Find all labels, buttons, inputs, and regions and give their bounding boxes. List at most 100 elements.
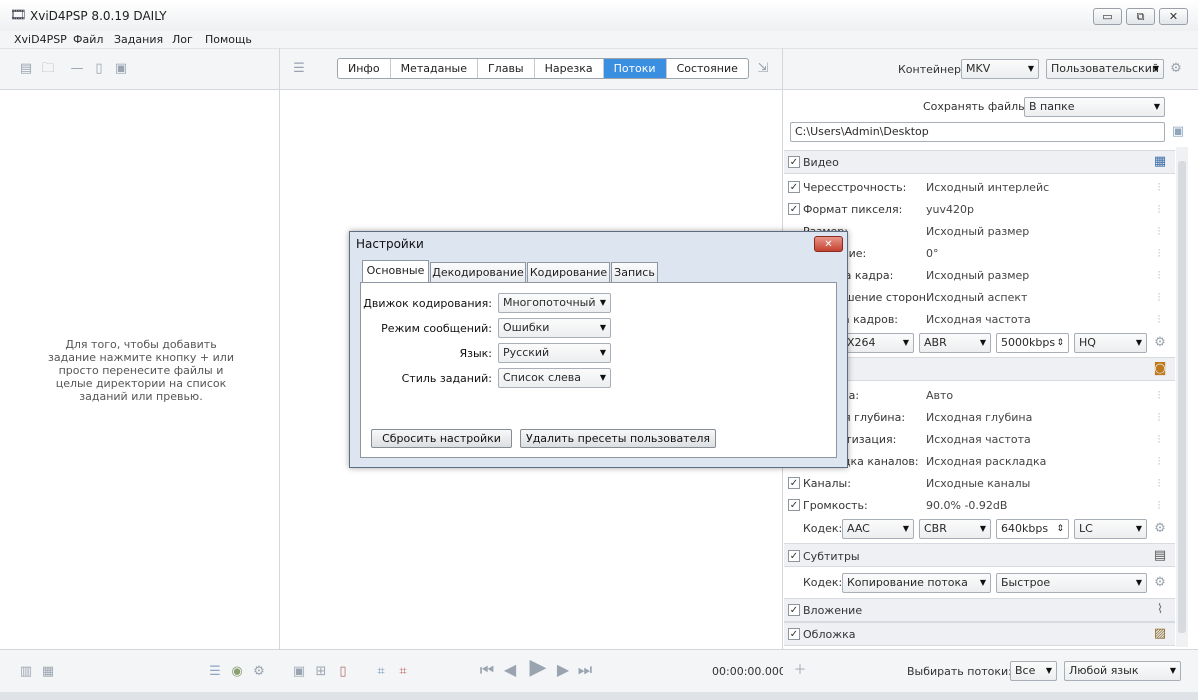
book-icon[interactable]: ▯ — [335, 664, 351, 680]
video-codec-select[interactable]: X264 ▼ — [842, 333, 914, 353]
adjust-icon[interactable]: ⫶ — [1153, 412, 1165, 424]
stream-tabs: Инфо Метаданые Главы Нарезка Потоки Сост… — [337, 58, 749, 79]
subtitles-speed-select[interactable]: Быстрое ▼ — [996, 573, 1147, 593]
list-icon[interactable]: ☰ — [291, 61, 307, 77]
adjust-icon[interactable]: ⫶ — [1153, 456, 1165, 468]
preset-select[interactable]: Пользовательский ▼ — [1046, 59, 1164, 79]
subtitles-checkbox[interactable]: ✓ — [788, 550, 800, 562]
skip-forward-icon[interactable]: ⏭ — [577, 662, 593, 678]
delete-presets-button[interactable]: Удалить пресеты пользователя — [520, 429, 716, 448]
container-select[interactable]: MKV ▼ — [961, 59, 1039, 79]
attachments-checkbox[interactable]: ✓ — [788, 604, 800, 616]
audio-mode-select[interactable]: CBR ▼ — [919, 519, 991, 539]
reset-settings-button[interactable]: Сбросить настройки — [371, 429, 512, 448]
dialog-tab-recording[interactable]: Запись — [611, 262, 658, 283]
dialog-close-button[interactable]: ✕ — [814, 236, 843, 252]
audio-settings-gear-icon[interactable]: ⚙ — [1152, 521, 1168, 537]
eye-icon[interactable]: ◉ — [229, 664, 245, 680]
video-settings-gear-icon[interactable]: ⚙ — [1152, 335, 1168, 351]
messages-select[interactable]: Ошибки ▼ — [498, 318, 611, 338]
play-icon[interactable]: ▶ — [527, 657, 549, 679]
tab-info[interactable]: Инфо — [338, 59, 391, 78]
tab-trim[interactable]: Нарезка — [535, 59, 604, 78]
tasks-style-select[interactable]: Список слева ▼ — [498, 368, 611, 388]
menu-log[interactable]: Лог — [172, 33, 193, 46]
video-mode-select[interactable]: ABR ▼ — [919, 333, 991, 353]
log-list-icon[interactable]: ☰ — [207, 664, 223, 680]
video-profile-select[interactable]: HQ ▼ — [1074, 333, 1147, 353]
step-forward-icon[interactable]: ▶ — [555, 662, 571, 678]
save-path-icon[interactable]: ▣ — [1170, 124, 1186, 140]
save-icon[interactable]: ▣ — [113, 61, 129, 77]
menu-xvid4psp[interactable]: XviD4PSP — [14, 33, 67, 46]
adjust-icon[interactable]: ⫶ — [1153, 434, 1165, 446]
menu-help[interactable]: Помощь — [205, 33, 252, 46]
settings-gear-icon[interactable]: ⚙ — [251, 664, 267, 680]
ui-language-select[interactable]: Русский ▼ — [498, 343, 611, 363]
film-icon[interactable]: ▤ — [18, 61, 34, 77]
adjust-icon[interactable]: ⫶ — [1153, 270, 1165, 282]
tab-streams[interactable]: Потоки — [603, 59, 667, 78]
dialog-tab-encoding[interactable]: Кодирование — [527, 262, 610, 283]
export-icon[interactable]: ⇲ — [755, 61, 771, 77]
channels-checkbox[interactable]: ✓ — [788, 477, 800, 489]
cover-checkbox[interactable]: ✓ — [788, 628, 800, 640]
batch-icon[interactable]: ▦ — [40, 664, 56, 680]
adjust-icon[interactable]: ⫶ — [1153, 314, 1165, 326]
gear-icon[interactable]: ⚙ — [1168, 61, 1184, 77]
volume-checkbox[interactable]: ✓ — [788, 499, 800, 511]
adjust-icon[interactable]: ⫶ — [1153, 182, 1165, 194]
adjust-icon[interactable]: ⫶ — [1153, 248, 1165, 260]
pixel-format-checkbox[interactable]: ✓ — [788, 203, 800, 215]
engine-select[interactable]: Многопоточный ▼ — [498, 293, 611, 313]
menu-file[interactable]: Файл — [73, 33, 103, 46]
tab-status[interactable]: Состояние — [667, 59, 748, 78]
dialog-tab-decoding[interactable]: Декодирование — [430, 262, 526, 283]
language-select[interactable]: Любой язык ▼ — [1064, 661, 1181, 681]
marker-b-icon[interactable]: ⌗ — [395, 664, 411, 680]
scrollbar-thumb[interactable] — [1178, 161, 1186, 633]
interlace-checkbox[interactable]: ✓ — [788, 181, 800, 193]
close-window-button[interactable]: ✕ — [1159, 8, 1188, 25]
queue-icon[interactable]: ▥ — [18, 664, 34, 680]
trash-icon[interactable]: ▯ — [91, 61, 107, 77]
skip-back-icon[interactable]: ⏮ — [479, 662, 495, 678]
adjust-icon[interactable]: ⫶ — [1153, 226, 1165, 238]
folder-open-icon[interactable]: 🗀 — [40, 61, 56, 77]
minus-icon[interactable]: — — [69, 61, 85, 77]
minimize-button[interactable]: ▭ — [1093, 8, 1122, 25]
video-bitrate-stepper[interactable]: 5000kbps ⇕ — [996, 333, 1069, 353]
right-panel-scrollbar[interactable] — [1176, 147, 1188, 647]
video-section-header: ✓ Видео ▦ — [784, 150, 1175, 174]
tab-chapters[interactable]: Главы — [478, 59, 535, 78]
restore-button[interactable]: ⧉ — [1126, 8, 1155, 25]
subtitles-settings-gear-icon[interactable]: ⚙ — [1152, 575, 1168, 591]
samplerate-value: Исходная частота — [926, 433, 1031, 446]
tab-metadata[interactable]: Метаданые — [391, 59, 478, 78]
adjust-icon[interactable]: ⫶ — [1153, 390, 1165, 402]
settings-dialog: Настройки ✕ Основные Декодирование Кодир… — [349, 231, 848, 468]
adjust-icon[interactable]: ⫶ — [1153, 292, 1165, 304]
menu-tasks[interactable]: Задания — [114, 33, 163, 46]
subtitles-codec-select[interactable]: Копирование потока ▼ — [842, 573, 991, 593]
audio-profile-select[interactable]: LC ▼ — [1074, 519, 1147, 539]
frame-icon[interactable]: ▣ — [291, 664, 307, 680]
marker-a-icon[interactable]: ⌗ — [373, 664, 389, 680]
ab-icon[interactable]: ⊞ — [313, 664, 329, 680]
output-path-input[interactable]: C:\Users\Admin\Desktop — [790, 122, 1165, 142]
adjust-icon[interactable]: ⫶ — [1153, 500, 1165, 512]
adjust-icon[interactable]: ⫶ — [1153, 204, 1165, 216]
step-back-icon[interactable]: ◀ — [502, 662, 518, 678]
video-checkbox[interactable]: ✓ — [788, 156, 800, 168]
audio-bitrate-stepper[interactable]: 640kbps ⇕ — [996, 519, 1069, 539]
streams-select[interactable]: Все ▼ — [1010, 661, 1057, 681]
volume-label: Громкость: — [803, 499, 868, 512]
picture-icon: ▨ — [1153, 626, 1167, 641]
crop-value: Исходный размер — [926, 269, 1030, 282]
menu-bar: XviD4PSP Файл Задания Лог Помощь — [0, 31, 1198, 48]
add-stream-icon[interactable]: ＋ — [792, 663, 808, 679]
audio-codec-select[interactable]: AAC ▼ — [842, 519, 914, 539]
save-files-select[interactable]: В папке ▼ — [1024, 97, 1165, 117]
dialog-tab-general[interactable]: Основные — [362, 260, 429, 282]
adjust-icon[interactable]: ⫶ — [1153, 478, 1165, 490]
